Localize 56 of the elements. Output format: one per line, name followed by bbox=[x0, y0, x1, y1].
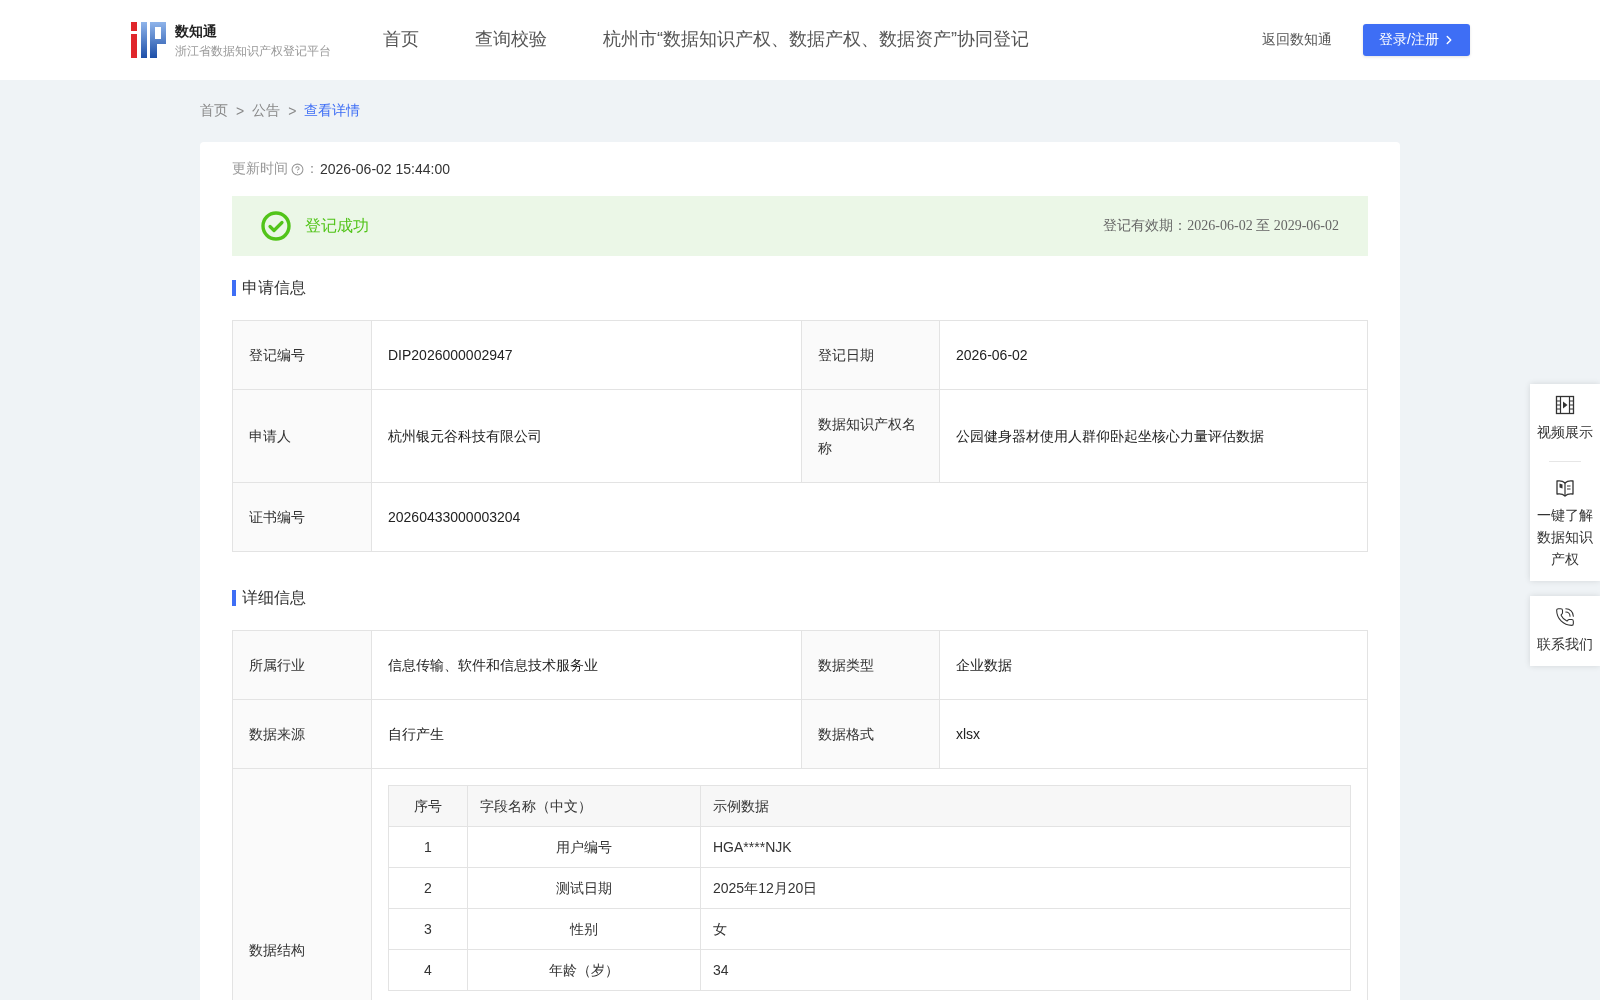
label-cell: 数据格式 bbox=[802, 700, 940, 769]
table-cell: 1 bbox=[388, 826, 468, 868]
breadcrumb-separator: > bbox=[288, 103, 297, 119]
brand-title: 数知通 bbox=[175, 21, 218, 40]
nav-link[interactable]: 查询校验 bbox=[475, 27, 547, 53]
side-menu-button[interactable]: 一键了解数据知识产权 bbox=[1536, 478, 1594, 570]
section-title: 详细信息 bbox=[232, 590, 1368, 606]
help-icon[interactable] bbox=[291, 162, 304, 176]
status-text: 登记成功 bbox=[305, 215, 369, 236]
update-label: 更新时间 bbox=[232, 160, 288, 178]
value-cell: xlsx bbox=[940, 700, 1368, 769]
nav-link[interactable]: 首页 bbox=[383, 27, 419, 53]
value-cell: 20260433000003204 bbox=[372, 483, 1368, 552]
header-cell: 示例数据 bbox=[700, 785, 1351, 827]
value-cell: 公园健身器材使用人群仰卧起坐核心力量评估数据 bbox=[940, 390, 1368, 483]
brand-subtitle: 浙江省数据知识产权登记平台 bbox=[175, 42, 331, 59]
label-cell: 数据来源 bbox=[233, 700, 372, 769]
login-button[interactable]: 登录/注册 bbox=[1363, 24, 1470, 56]
label-cell: 登记日期 bbox=[802, 321, 940, 390]
table-cell: 性别 bbox=[467, 908, 701, 950]
label-cell: 数据知识产权名称 bbox=[802, 390, 940, 483]
table-cell: 34 bbox=[700, 949, 1351, 991]
label-cell: 申请人 bbox=[233, 390, 372, 483]
label-cell: 登记编号 bbox=[233, 321, 372, 390]
validity-period: 登记有效期：2026-06-02 至 2029-06-02 bbox=[1103, 217, 1339, 235]
label-cell: 证书编号 bbox=[233, 483, 372, 552]
value-cell: 企业数据 bbox=[940, 631, 1368, 700]
back-link[interactable]: 返回数知通 bbox=[1262, 31, 1333, 49]
table-cell: 2025年12月20日 bbox=[700, 867, 1351, 909]
label-cell: 数据结构 bbox=[233, 769, 372, 1000]
table-cell: 女 bbox=[700, 908, 1351, 950]
table-cell: HGA****NJK bbox=[700, 826, 1351, 868]
table-cell: 测试日期 bbox=[467, 867, 701, 909]
update-time: 2026-06-02 15:44:00 bbox=[320, 161, 450, 177]
phone-icon bbox=[1555, 607, 1575, 627]
side-menu-button[interactable]: 视频展示 bbox=[1536, 395, 1594, 443]
breadcrumb-link[interactable]: 查看详情 bbox=[304, 102, 361, 120]
table-cell: 年龄（岁） bbox=[467, 949, 701, 991]
header-cell: 字段名称（中文） bbox=[467, 785, 701, 827]
label-cell: 数据类型 bbox=[802, 631, 940, 700]
film-icon bbox=[1555, 395, 1575, 415]
nav-link[interactable]: 杭州市“数据知识产权、数据产权、数据资产”协同登记 bbox=[603, 27, 1029, 53]
section-title: 申请信息 bbox=[232, 280, 1368, 296]
table-cell: 2 bbox=[388, 867, 468, 909]
check-circle-icon bbox=[261, 211, 291, 241]
side-menu-button[interactable]: 联系我们 bbox=[1536, 607, 1594, 655]
breadcrumb-separator: > bbox=[236, 103, 245, 119]
book-icon bbox=[1555, 478, 1575, 498]
table-cell: 3 bbox=[388, 908, 468, 950]
value-cell: 2026-06-02 bbox=[940, 321, 1368, 390]
update-colon: ： bbox=[305, 160, 319, 178]
table-cell: 用户编号 bbox=[467, 826, 701, 868]
logo-icon bbox=[131, 22, 166, 58]
label-cell: 所属行业 bbox=[233, 631, 372, 700]
header-cell: 序号 bbox=[388, 785, 468, 827]
table-cell: 4 bbox=[388, 949, 468, 991]
